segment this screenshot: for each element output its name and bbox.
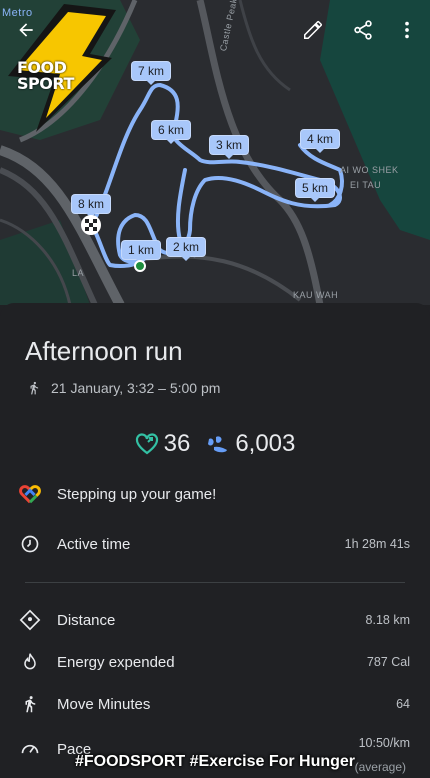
km-marker[interactable]: 1 km [121, 240, 162, 264]
google-fit-heart-icon [19, 485, 41, 504]
energy-value: 787 Cal [366, 655, 410, 669]
heart-points-stat[interactable]: 36 [135, 430, 191, 458]
active-time-label: Active time [57, 535, 131, 553]
km-marker[interactable]: 8 km [71, 194, 112, 218]
pace-value: 10:50/km [358, 736, 410, 750]
map-place-label: AI WO SHEK [340, 165, 399, 175]
km-marker[interactable]: 6 km [151, 120, 192, 144]
more-options-button[interactable] [390, 13, 424, 47]
move-minutes-value: 64 [396, 697, 410, 711]
share-button[interactable] [346, 13, 380, 47]
running-icon [30, 381, 39, 395]
steps-icon [208, 436, 228, 453]
km-marker[interactable]: 4 km [300, 129, 341, 153]
start-point-icon [134, 260, 146, 272]
pencil-icon [304, 21, 322, 39]
more-vert-icon [405, 21, 409, 39]
map-place-label: KAU WAH [293, 290, 339, 300]
edit-button[interactable] [296, 13, 330, 47]
activity-details-sheet: Afternoon run 21 January, 3:32 – 5:00 pm… [0, 303, 430, 778]
distance-label: Distance [57, 611, 116, 629]
flame-icon [24, 653, 36, 670]
goal-message: Stepping up your game! [57, 485, 217, 503]
km-marker[interactable]: 3 km [209, 135, 250, 159]
km-marker[interactable]: 5 km [295, 178, 336, 202]
map-place-label: LA [72, 268, 85, 278]
km-marker[interactable]: 2 km [166, 237, 207, 261]
distance-icon [19, 609, 41, 631]
activity-date-row: 21 January, 3:32 – 5:00 pm [27, 380, 220, 396]
energy-label: Energy expended [57, 653, 175, 671]
goal-message-row[interactable]: Stepping up your game! [18, 479, 410, 509]
section-divider [25, 582, 405, 583]
hashtag-overlay: #FOODSPORT #Exercise For Hunger [74, 753, 356, 770]
move-minutes-label: Move Minutes [57, 695, 151, 713]
energy-row: Energy expended 787 Cal [18, 647, 410, 677]
map-place-label: EI TAU [350, 180, 382, 190]
move-minutes-row: Move Minutes 64 [18, 689, 410, 719]
distance-row: Distance 8.18 km [18, 605, 410, 635]
active-time-row: Active time 1h 28m 41s [18, 529, 410, 559]
active-time-value: 1h 28m 41s [344, 537, 410, 551]
foodsport-brand-text: FOOD SPORT [17, 58, 74, 93]
route-map[interactable]: Metro Castle Peak Rd - Kwai AI WO SHEK E… [0, 0, 430, 305]
distance-value: 8.18 km [365, 613, 410, 627]
activity-datetime: 21 January, 3:32 – 5:00 pm [51, 380, 221, 396]
foodsport-logo: FOOD SPORT [2, 2, 120, 134]
km-marker[interactable]: 7 km [131, 61, 172, 85]
steps-value: 6,003 [235, 430, 296, 457]
stats-summary: 36 6,003 [0, 430, 430, 458]
timer-icon [21, 535, 39, 553]
walking-icon [25, 696, 36, 713]
heart-points-value: 36 [163, 430, 191, 457]
finish-flag-icon [81, 215, 101, 235]
steps-stat[interactable]: 6,003 [206, 430, 295, 458]
share-icon [354, 20, 372, 40]
activity-title: Afternoon run [25, 336, 183, 366]
heart-points-icon [135, 433, 158, 455]
